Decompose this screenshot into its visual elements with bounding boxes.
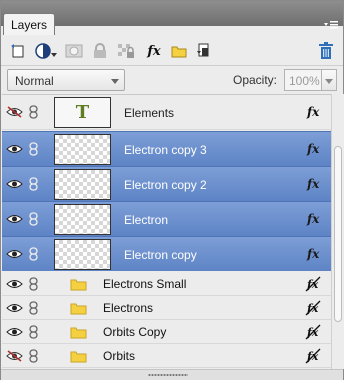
layer-row-orbits-copy[interactable]: Orbits Copy fx xyxy=(2,320,331,344)
opacity-dropdown-button[interactable] xyxy=(322,69,337,91)
layer-fx-icon[interactable]: fx xyxy=(307,177,319,191)
fx-disabled-icon[interactable]: fx xyxy=(305,300,321,316)
layer-name: Electron copy 2 xyxy=(124,178,207,192)
layers-toolbar: fx xyxy=(1,36,343,66)
link-icon[interactable] xyxy=(29,277,38,291)
layer-name: Electron copy 3 xyxy=(124,143,207,157)
chevron-down-icon xyxy=(325,79,333,84)
layers-scrollbar[interactable] xyxy=(331,94,344,369)
fx-disabled-icon[interactable]: fx xyxy=(305,324,321,340)
scrollbar-thumb[interactable] xyxy=(334,146,342,322)
chevron-down-icon xyxy=(111,79,119,84)
folder-icon xyxy=(70,279,87,291)
layer-fx-icon[interactable]: fx xyxy=(307,142,319,156)
lock-icon[interactable] xyxy=(89,40,111,62)
new-group-icon[interactable] xyxy=(168,40,190,62)
layer-name: Orbits Copy xyxy=(103,325,167,339)
link-icon[interactable] xyxy=(29,301,38,315)
layer-fx-icon[interactable]: fx xyxy=(307,105,319,119)
layer-thumbnail: T xyxy=(54,97,111,128)
new-layer-icon[interactable] xyxy=(7,40,29,62)
visibility-eye-icon[interactable] xyxy=(6,248,23,260)
trash-icon[interactable] xyxy=(315,40,337,62)
fx-disabled-icon[interactable]: fx xyxy=(305,348,321,364)
blend-options-row: Normal Opacity: 100% xyxy=(1,66,343,94)
layer-thumbnail xyxy=(54,239,111,270)
layer-row-orbits[interactable]: Orbits fx xyxy=(2,344,331,368)
link-icon[interactable] xyxy=(29,212,38,226)
link-layers-icon[interactable] xyxy=(193,40,215,62)
folder-icon xyxy=(70,351,87,363)
layer-row-electrons-small[interactable]: Electrons Small fx xyxy=(2,272,331,296)
layer-mask-icon[interactable] xyxy=(63,40,85,62)
blend-mode-value: Normal xyxy=(15,74,54,88)
visibility-hidden-icon[interactable] xyxy=(6,350,23,362)
layers-panel: Layers fx Normal Opacity: 100% T Element… xyxy=(0,0,344,380)
tab-layers-label: Layers xyxy=(11,18,48,32)
link-icon[interactable] xyxy=(29,142,38,156)
panel-tab-bar: Layers xyxy=(1,1,343,35)
layer-thumbnail xyxy=(54,204,111,235)
blend-mode-select[interactable]: Normal xyxy=(7,69,125,91)
layer-name: Electrons xyxy=(103,301,154,315)
layer-style-fx-button[interactable]: fx xyxy=(143,40,165,62)
layer-name: Electrons Small xyxy=(103,277,187,291)
opacity-value: 100% xyxy=(289,74,320,88)
fx-label: fx xyxy=(147,43,161,59)
link-icon[interactable] xyxy=(29,349,38,363)
panel-resize-grip[interactable] xyxy=(1,369,343,380)
layer-row-electron-copy-3[interactable]: Electron copy 3 fx xyxy=(2,131,331,166)
visibility-eye-icon[interactable] xyxy=(6,302,23,314)
link-icon[interactable] xyxy=(29,325,38,339)
layer-fx-icon[interactable]: fx xyxy=(307,212,319,226)
folder-icon xyxy=(70,303,87,315)
layer-thumbnail xyxy=(54,134,111,165)
layer-row-electron-copy-2[interactable]: Electron copy 2 fx xyxy=(2,166,331,201)
text-layer-icon: T xyxy=(75,102,90,123)
opacity-label: Opacity: xyxy=(233,73,278,87)
layer-row-electrons[interactable]: Electrons fx xyxy=(2,296,331,320)
fx-disabled-icon[interactable]: fx xyxy=(305,276,321,292)
layer-fx-icon[interactable]: fx xyxy=(307,247,319,261)
layer-row-electron-copy[interactable]: Electron copy fx xyxy=(2,236,331,271)
layer-name: Elements xyxy=(124,106,175,120)
panel-menu-icon[interactable] xyxy=(323,20,339,32)
grip-dots-icon xyxy=(148,373,188,377)
layer-row-elements[interactable]: T Elements fx xyxy=(2,95,331,130)
visibility-eye-icon[interactable] xyxy=(6,178,23,190)
link-icon[interactable] xyxy=(29,177,38,191)
visibility-eye-icon[interactable] xyxy=(6,278,23,290)
adjustment-layer-icon[interactable] xyxy=(33,40,59,62)
layer-thumbnail xyxy=(54,169,111,200)
folder-icon xyxy=(70,327,87,339)
visibility-eye-icon[interactable] xyxy=(6,143,23,155)
link-icon[interactable] xyxy=(29,105,38,119)
layer-name: Orbits xyxy=(103,349,136,363)
visibility-eye-icon[interactable] xyxy=(6,326,23,338)
layer-row-electron[interactable]: Electron fx xyxy=(2,201,331,236)
layer-name: Electron xyxy=(124,213,169,227)
tab-layers[interactable]: Layers xyxy=(3,13,55,35)
layers-list: T Elements fx Electron copy 3 fx Electro… xyxy=(2,94,331,369)
lock-transparency-icon[interactable] xyxy=(115,40,137,62)
visibility-hidden-icon[interactable] xyxy=(6,106,23,118)
visibility-eye-icon[interactable] xyxy=(6,213,23,225)
opacity-input[interactable]: 100% xyxy=(284,69,322,91)
link-icon[interactable] xyxy=(29,247,38,261)
layer-name: Electron copy xyxy=(124,248,197,262)
